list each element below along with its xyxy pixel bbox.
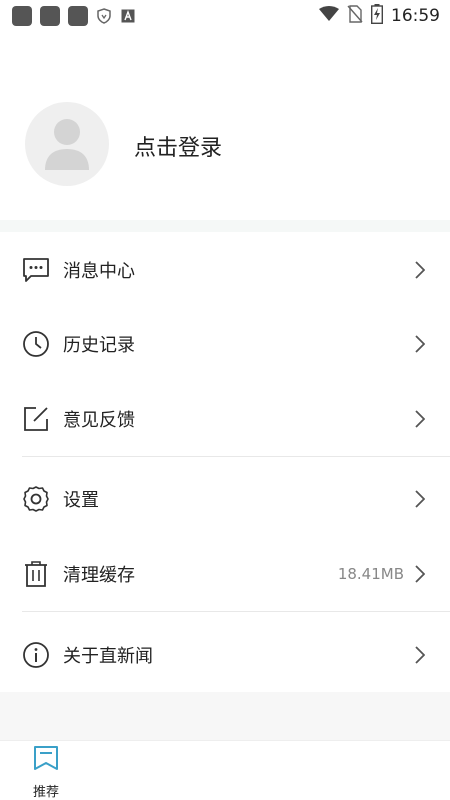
status-time: 16:59 <box>391 6 440 26</box>
status-bar: 16:59 <box>0 0 450 32</box>
clock-icon <box>22 330 50 358</box>
status-left-icons <box>12 6 136 26</box>
menu-item-label: 设置 <box>63 490 99 511</box>
edit-icon <box>22 405 50 433</box>
menu-item-history[interactable]: 历史记录 <box>0 314 450 374</box>
user-silhouette-icon <box>45 119 89 170</box>
menu-item-clear-cache[interactable]: 清理缓存 18.41MB <box>0 544 450 604</box>
chevron-right-icon <box>414 565 426 583</box>
profile-header[interactable]: 点击登录 <box>0 32 450 220</box>
avatar[interactable] <box>25 102 109 186</box>
chevron-right-icon <box>414 410 426 428</box>
gear-icon <box>22 485 50 513</box>
chevron-right-icon <box>414 335 426 353</box>
info-icon <box>22 641 50 669</box>
menu-item-label: 历史记录 <box>63 335 135 356</box>
content-bottom-area <box>0 692 450 740</box>
bookmark-icon <box>33 745 59 775</box>
divider <box>22 611 450 612</box>
chevron-right-icon <box>414 261 426 279</box>
menu-item-settings[interactable]: 设置 <box>0 469 450 529</box>
menu-item-label: 意见反馈 <box>63 410 135 431</box>
menu-item-messages[interactable]: 消息中心 <box>0 240 450 300</box>
cache-size-value: 18.41MB <box>337 565 404 583</box>
app-icon <box>40 6 60 26</box>
no-sim-icon <box>347 5 363 27</box>
menu-item-label: 消息中心 <box>63 261 135 282</box>
message-icon <box>22 256 50 284</box>
menu-item-feedback[interactable]: 意见反馈 <box>0 389 450 449</box>
wifi-icon <box>319 6 339 26</box>
menu-item-label: 关于直新闻 <box>63 646 153 667</box>
chevron-right-icon <box>414 646 426 664</box>
chevron-right-icon <box>414 490 426 508</box>
menu-list: 消息中心 历史记录 意见反馈 设置 清理缓存 18.41MB 关于直新闻 <box>0 232 450 692</box>
app-icon <box>12 6 32 26</box>
nav-item-label: 推荐 <box>32 785 59 800</box>
menu-item-label: 清理缓存 <box>63 565 135 586</box>
divider <box>22 456 450 457</box>
a-icon <box>120 8 136 24</box>
app-icon <box>68 6 88 26</box>
login-link[interactable]: 点击登录 <box>134 130 222 162</box>
shield-icon <box>96 8 112 24</box>
battery-charging-icon <box>370 4 384 28</box>
section-separator <box>0 220 450 232</box>
bottom-nav: 推荐 <box>0 740 450 800</box>
status-right-icons: 16:59 <box>319 4 440 28</box>
menu-item-about[interactable]: 关于直新闻 <box>0 625 450 685</box>
trash-icon <box>22 560 50 588</box>
nav-item-recommend[interactable]: 推荐 <box>22 745 70 800</box>
